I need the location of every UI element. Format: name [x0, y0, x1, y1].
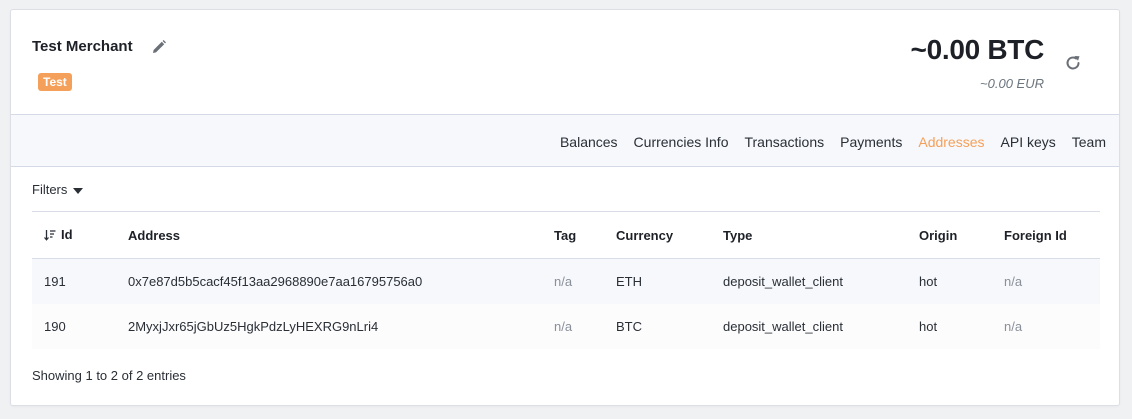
addresses-table-wrapper: Id Address Tag Currency Type Origin Fore… [32, 211, 1100, 349]
environment-badge: Test [38, 73, 72, 91]
cell-tag: n/a [554, 318, 573, 334]
merchant-header: Test Merchant Test ~0.00 BTC ~0.00 EUR [11, 10, 1119, 114]
cell-type: deposit_wallet_client [723, 273, 843, 289]
filters-label: Filters [32, 182, 68, 197]
merchant-name: Test Merchant [32, 38, 133, 55]
cell-address: 0x7e87d5b5cacf45f13aa2968890e7aa16795756… [128, 273, 423, 289]
cell-address: 2MyxjJxr65jGbUz5HgkPdzLyHEXRG9nLri4 [128, 318, 379, 334]
merchant-card: Test Merchant Test ~0.00 BTC ~0.00 EUR B… [10, 9, 1120, 406]
cell-id: 190 [44, 318, 66, 334]
cell-currency: BTC [616, 318, 642, 334]
table-header-row: Id Address Tag Currency Type Origin Fore… [32, 211, 1100, 259]
cell-id: 191 [44, 273, 66, 289]
cell-currency: ETH [616, 273, 642, 289]
nav-addresses[interactable]: Addresses [918, 134, 984, 150]
nav-transactions[interactable]: Transactions [744, 134, 824, 150]
column-header-address[interactable]: Address [128, 212, 554, 259]
cell-origin: hot [919, 273, 938, 289]
column-header-foreign-id[interactable]: Foreign Id [1004, 212, 1100, 259]
caret-down-icon [73, 187, 84, 194]
nav-balances[interactable]: Balances [560, 134, 618, 150]
column-header-tag[interactable]: Tag [554, 212, 616, 259]
balance-fiat: ~0.00 EUR [980, 76, 1044, 91]
addresses-table: Id Address Tag Currency Type Origin Fore… [32, 211, 1100, 349]
column-header-id[interactable]: Id [32, 212, 128, 259]
cell-type: deposit_wallet_client [723, 318, 843, 334]
refresh-icon[interactable] [1063, 53, 1083, 73]
filters-toggle[interactable]: Filters [32, 182, 84, 197]
cell-foreign-id: n/a [1004, 318, 1023, 334]
cell-origin: hot [919, 318, 938, 334]
table-row[interactable]: 190 2MyxjJxr65jGbUz5HgkPdzLyHEXRG9nLri4 … [32, 303, 1100, 349]
table-row[interactable]: 191 0x7e87d5b5cacf45f13aa2968890e7aa1679… [32, 258, 1100, 304]
cell-tag: n/a [554, 273, 573, 289]
nav-api-keys[interactable]: API keys [1001, 134, 1056, 150]
cell-foreign-id: n/a [1004, 273, 1023, 289]
balance-amount: ~0.00 BTC [910, 34, 1045, 65]
merchant-nav: Balances Currencies Info Transactions Pa… [11, 114, 1119, 167]
table-info: Showing 1 to 2 of 2 entries [32, 368, 186, 383]
column-header-id-label: Id [61, 226, 73, 242]
column-header-type[interactable]: Type [723, 212, 919, 259]
sort-descending-icon [44, 229, 56, 244]
nav-currencies-info[interactable]: Currencies Info [634, 134, 729, 150]
column-header-origin[interactable]: Origin [919, 212, 1004, 259]
nav-payments[interactable]: Payments [840, 134, 902, 150]
pencil-icon[interactable] [151, 39, 167, 55]
nav-team[interactable]: Team [1072, 134, 1106, 150]
column-header-currency[interactable]: Currency [616, 212, 723, 259]
